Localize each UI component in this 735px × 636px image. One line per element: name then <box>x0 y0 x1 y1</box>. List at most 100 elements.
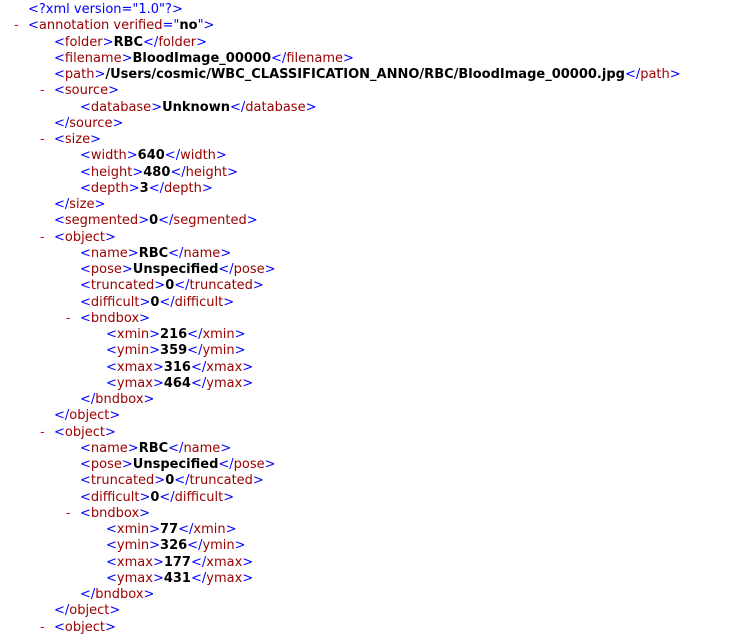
xml-tag-name: bndbox <box>95 392 144 407</box>
xml-markup: </ <box>190 375 207 391</box>
xml-tag-name: object <box>69 603 110 619</box>
xml-tag-name: database <box>90 99 152 115</box>
xml-text-value: no <box>179 18 198 34</box>
collapse-toggle[interactable]: - <box>66 506 71 522</box>
xml-text-value: 480 <box>143 164 171 180</box>
xml-tag-name: name <box>90 245 128 261</box>
xml-markup: > <box>109 408 121 424</box>
xml-markup: > <box>264 262 276 277</box>
xml-markup: > <box>220 245 232 261</box>
xml-markup: > <box>121 50 133 66</box>
xml-markup: > <box>201 180 213 196</box>
xml-tag-name: difficult <box>90 489 140 505</box>
xml-text-value: 0 <box>149 213 159 229</box>
xml-tag-name: xmax <box>206 554 243 570</box>
xml-line-content: </bndbox> <box>80 392 154 408</box>
xml-text-value: BloodImage_00000 <box>132 50 272 66</box>
xml-tag-name: xmin <box>202 327 235 342</box>
xml-markup: < <box>80 262 91 277</box>
xml-markup: < <box>54 229 65 245</box>
collapse-toggle[interactable]: - <box>40 230 45 246</box>
xml-text-value: 359 <box>160 343 188 359</box>
xml-tag-name: database <box>245 99 306 115</box>
xml-tag-name: height <box>185 164 228 180</box>
collapse-toggle[interactable]: - <box>40 620 45 636</box>
xml-markup: < <box>54 83 65 99</box>
xml-line-content: <ymax>431</ymax> <box>106 571 253 587</box>
xml-markup: ?> <box>165 2 183 17</box>
xml-markup: > <box>143 392 155 407</box>
xml-markup: > <box>242 375 254 391</box>
collapse-toggle[interactable]: - <box>40 425 45 441</box>
xml-markup: > <box>104 229 116 245</box>
xml-text-value: 0 <box>165 278 175 294</box>
xml-markup: > <box>152 570 164 586</box>
xml-tag-name: name <box>90 440 128 456</box>
xml-markup: </ <box>190 554 207 570</box>
xml-markup: </ <box>158 213 174 229</box>
xml-line-content: <xmin>216</xmin> <box>106 327 246 343</box>
xml-markup: > <box>121 262 133 277</box>
xml-markup: </ <box>54 115 70 131</box>
xml-markup: > <box>90 132 102 147</box>
xml-markup: > <box>138 213 150 229</box>
xml-markup: > <box>242 570 254 586</box>
xml-tag-name: width <box>90 148 127 164</box>
xml-line-content: <xmax>177</xmax> <box>106 555 253 571</box>
xml-tag-name: object <box>64 424 105 440</box>
xml-line-content: <name>RBC</name> <box>80 246 231 262</box>
xml-line-content: </source> <box>54 116 123 132</box>
collapse-toggle[interactable]: - <box>14 18 19 34</box>
xml-markup: > <box>152 359 164 375</box>
xml-markup: < <box>54 67 65 82</box>
xml-markup: </ <box>159 489 175 505</box>
collapse-toggle[interactable]: - <box>40 83 45 99</box>
xml-line-content: <difficult>0</difficult> <box>80 295 234 311</box>
xml-markup: < <box>106 343 117 359</box>
xml-markup: < <box>80 457 91 472</box>
xml-markup: > <box>149 522 161 537</box>
xml-markup: < <box>80 99 91 115</box>
xml-tag-name: ymin <box>116 538 150 554</box>
xml-tag-name: segmented <box>64 213 139 229</box>
xml-markup: </ <box>80 587 96 602</box>
xml-markup: < <box>106 359 117 375</box>
xml-tag-name: depth <box>163 180 202 196</box>
xml-line-content: <segmented>0</segmented> <box>54 213 258 229</box>
collapse-toggle[interactable]: - <box>66 311 71 327</box>
xml-markup: < <box>106 327 117 342</box>
collapse-toggle[interactable]: - <box>40 132 45 148</box>
xml-markup: > <box>225 522 237 537</box>
xml-markup: > <box>223 489 235 505</box>
xml-markup: </ <box>218 457 234 472</box>
xml-line-content: <?xml version="1.0"?> <box>28 2 183 18</box>
xml-tag-name: pose <box>233 262 265 277</box>
xml-markup: < <box>28 18 39 34</box>
xml-document-view: <?xml version="1.0"?> - <annotation verifi… <box>0 0 735 635</box>
xml-markup: "> <box>197 18 215 34</box>
xml-markup: </ <box>143 34 159 50</box>
xml-text-value: 326 <box>160 538 188 554</box>
xml-markup: > <box>132 164 144 180</box>
xml-line-content: <width>640</width> <box>80 148 227 164</box>
xml-markup: > <box>246 213 258 229</box>
xml-line-content: <annotation verified="no"> <box>28 18 214 34</box>
xml-markup: > <box>112 115 124 131</box>
xml-markup: < <box>80 505 91 521</box>
xml-markup: > <box>234 538 246 554</box>
xml-text-value: 640 <box>137 148 165 164</box>
xml-markup: </ <box>170 164 186 180</box>
xml-markup: </ <box>190 359 207 375</box>
xml-tag-name: depth <box>90 180 129 196</box>
xml-text-value: RBC <box>113 34 144 50</box>
xml-markup: </ <box>148 180 164 196</box>
xml-tag-name: source <box>64 83 109 99</box>
xml-tag-name: path <box>640 67 670 82</box>
xml-markup: < <box>80 294 91 310</box>
xml-line-content: <source> <box>54 83 119 99</box>
xml-markup: > <box>127 440 139 456</box>
xml-tag-name: truncated <box>189 473 253 489</box>
xml-markup: > <box>154 278 166 294</box>
xml-line-content: <truncated>0</truncated> <box>80 473 264 489</box>
xml-markup: > <box>108 83 119 99</box>
